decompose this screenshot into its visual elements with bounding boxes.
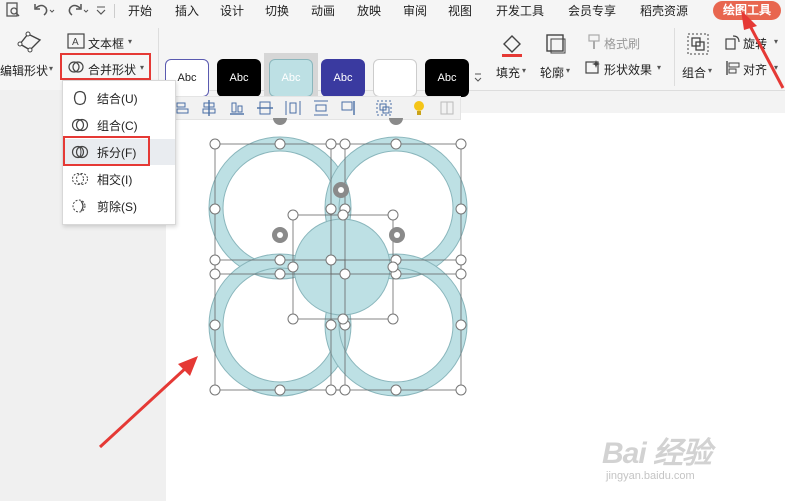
menu-view[interactable]: 视图: [448, 2, 472, 19]
subtract-icon: [72, 199, 86, 213]
fill-chevron-icon[interactable]: ▾: [522, 66, 526, 75]
menu-item-intersect-label: 相交(I): [97, 172, 133, 187]
menu-item-intersect[interactable]: 相交(I): [63, 166, 175, 192]
baidu-watermark-url: jingyan.baidu.com: [606, 470, 695, 482]
align-bottom-icon[interactable]: [228, 99, 246, 117]
align-right-icon[interactable]: [340, 99, 358, 117]
menu-review[interactable]: 审阅: [403, 2, 427, 19]
menu-item-combine-label: 组合(C): [97, 118, 138, 133]
distribute-horizontal-icon[interactable]: [284, 99, 302, 117]
menu-divider: [114, 4, 115, 18]
menu-docer[interactable]: 稻壳资源: [640, 2, 688, 19]
selected-shapes-group[interactable]: [200, 118, 485, 403]
style-swatch-4[interactable]: Abc: [321, 59, 365, 97]
group-button[interactable]: 组合: [682, 64, 706, 81]
quick-access-dropdown-icon[interactable]: [94, 1, 108, 19]
group-objects-icon[interactable]: [375, 99, 393, 117]
outline-icon[interactable]: [545, 33, 567, 58]
rotate-chevron-icon[interactable]: ▾: [774, 37, 778, 46]
fill-button[interactable]: 填充: [496, 64, 520, 81]
merge-shapes-highlight: [60, 53, 151, 80]
menu-item-union[interactable]: 结合(U): [63, 85, 175, 111]
group-icon[interactable]: [686, 32, 710, 59]
menu-animations[interactable]: 动画: [311, 2, 335, 19]
distribute-vertical-icon[interactable]: [312, 99, 330, 117]
outline-button[interactable]: 轮廓: [540, 64, 564, 81]
menu-member[interactable]: 会员专享: [568, 2, 616, 19]
intersect-icon: [72, 173, 88, 185]
edit-shape-chevron-icon[interactable]: ▾: [49, 64, 53, 73]
shape-effects-icon[interactable]: [585, 59, 601, 78]
align-icon[interactable]: [725, 60, 741, 79]
menu-design[interactable]: 设计: [220, 2, 244, 19]
style-swatch-3[interactable]: Abc: [269, 59, 313, 97]
print-preview-icon[interactable]: [4, 1, 22, 19]
group-chevron-icon[interactable]: ▾: [708, 66, 712, 75]
format-painter-button[interactable]: 格式刷: [604, 35, 640, 52]
text-box-chevron-icon[interactable]: ▾: [128, 37, 132, 46]
outline-chevron-icon[interactable]: ▾: [566, 66, 570, 75]
rotate-icon[interactable]: [725, 34, 741, 53]
lightbulb-icon[interactable]: [410, 99, 428, 117]
align-toolbar: [169, 96, 461, 120]
fragment-highlight: [63, 136, 150, 166]
undo-icon[interactable]: [30, 1, 58, 19]
format-painter-icon[interactable]: [587, 34, 601, 53]
baidu-watermark: Bai 经验: [602, 437, 712, 470]
style-gallery-more-icon[interactable]: [473, 58, 483, 96]
align-button[interactable]: 对齐: [743, 61, 767, 78]
menu-item-combine[interactable]: 组合(C): [63, 112, 175, 138]
shape-effects-chevron-icon[interactable]: ▾: [657, 63, 661, 72]
fill-icon[interactable]: [500, 32, 524, 61]
text-box-icon[interactable]: A: [67, 33, 85, 52]
menu-slideshow[interactable]: 放映: [357, 2, 381, 19]
text-box-button[interactable]: 文本框: [88, 35, 124, 52]
rotate-button[interactable]: 旋转: [743, 35, 767, 52]
align-chevron-icon[interactable]: ▾: [774, 63, 778, 72]
ribbon-divider-2: [674, 28, 675, 86]
tab-drawing-tools[interactable]: 绘图工具: [713, 1, 781, 20]
menu-developer[interactable]: 开发工具: [496, 2, 544, 19]
menu-transitions[interactable]: 切换: [265, 2, 289, 19]
center-circle[interactable]: [293, 218, 391, 316]
style-swatch-5[interactable]: [373, 59, 417, 97]
align-middle-icon[interactable]: [256, 99, 274, 117]
redo-icon[interactable]: [64, 1, 92, 19]
style-swatch-6[interactable]: Abc: [425, 59, 469, 97]
shape-effects-button[interactable]: 形状效果: [604, 61, 652, 78]
menu-item-union-label: 结合(U): [97, 91, 138, 106]
menu-bar: 开始 插入 设计 切换 动画 放映 审阅 视图 开发工具 会员专享 稻壳资源 绘…: [0, 0, 785, 22]
menu-item-subtract[interactable]: 剪除(S): [63, 193, 175, 219]
combine-icon: [71, 118, 89, 132]
edit-shape-icon[interactable]: [16, 30, 44, 57]
menu-insert[interactable]: 插入: [175, 2, 199, 19]
menu-item-subtract-label: 剪除(S): [97, 199, 137, 214]
more-tools-icon[interactable]: [438, 99, 456, 117]
svg-text:A: A: [72, 37, 79, 48]
ribbon-divider: [158, 28, 159, 86]
style-swatch-2[interactable]: Abc: [217, 59, 261, 97]
edit-shape-button[interactable]: 编辑形状: [0, 62, 48, 79]
union-icon: [73, 90, 87, 106]
align-center-icon[interactable]: [200, 99, 218, 117]
menu-home[interactable]: 开始: [128, 2, 152, 19]
